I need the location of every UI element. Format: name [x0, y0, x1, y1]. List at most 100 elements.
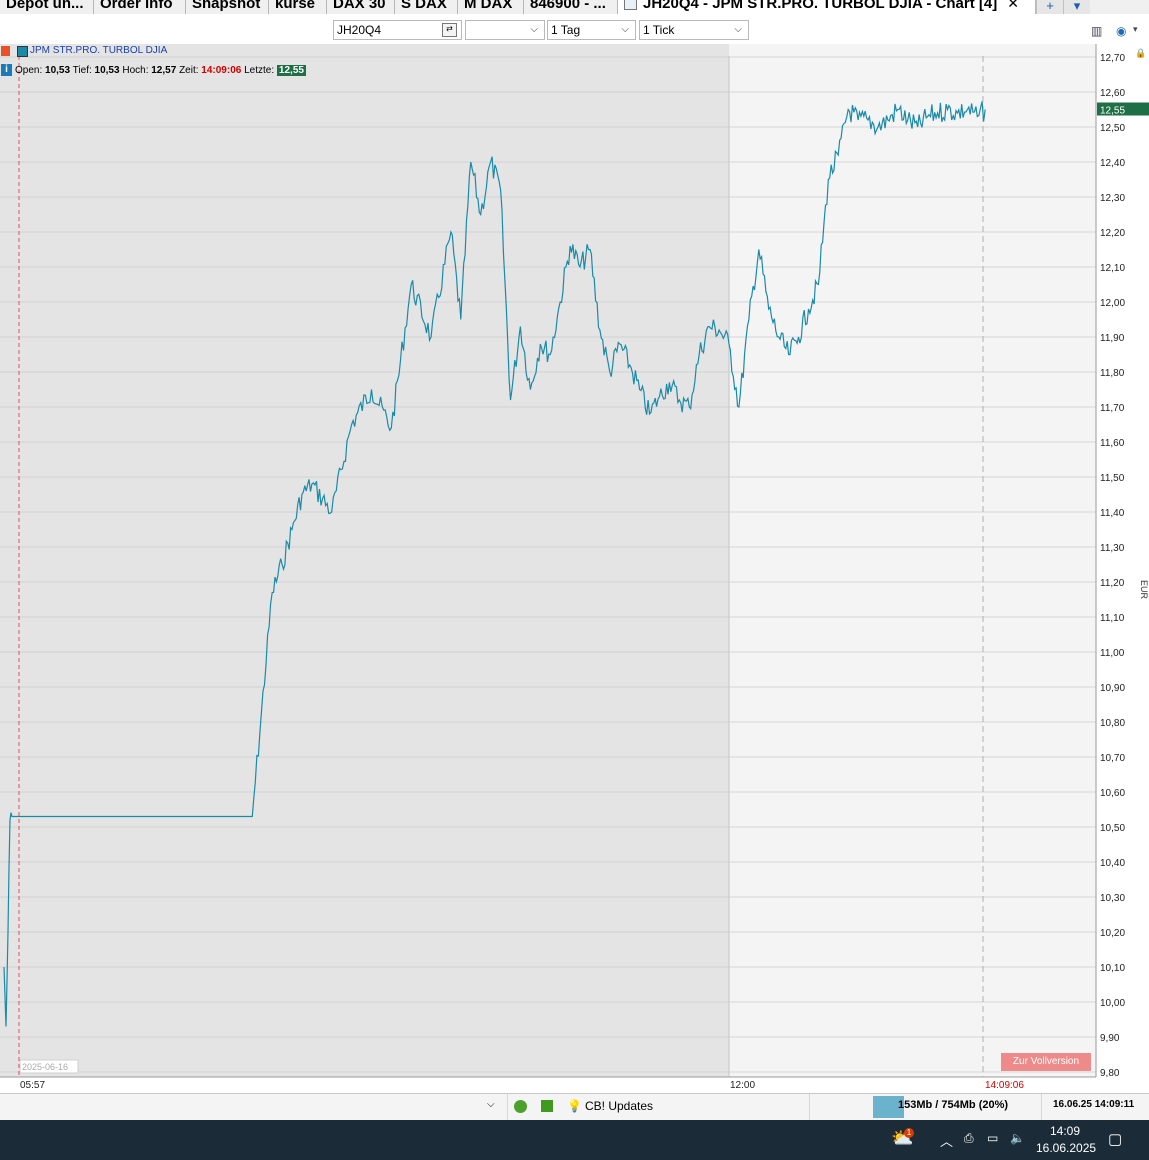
chart-toolbar: JH20Q4 ⇄ ⌵ 1 Tag ⌵ 1 Tick ⌵ ▥ ◉ ▾ [0, 14, 1149, 44]
indicator-settings-icon[interactable]: ▥ [1091, 24, 1102, 38]
tab-label: S DAX [401, 0, 447, 12]
memory-usage-label: 153Mb / 754Mb (20%) [898, 1099, 1009, 1111]
tab-depot[interactable]: Depot un... [0, 0, 94, 14]
y-tick-label: 10,00 [1100, 998, 1125, 1009]
y-tick-label: 9,80 [1100, 1068, 1120, 1079]
y-tick-label: 11,70 [1100, 403, 1125, 414]
tab-label: Depot un... [6, 0, 84, 12]
tab-kurse[interactable]: kurse [269, 0, 327, 14]
y-tick-label: 10,60 [1100, 788, 1125, 799]
tab-label: DAX 30 [333, 0, 386, 12]
meet-icon[interactable]: ⎙ [964, 1131, 974, 1146]
y-tick-label: 11,20 [1100, 578, 1125, 589]
y-tick-label: 12,60 [1100, 88, 1125, 99]
add-tab-button[interactable]: + [1036, 0, 1063, 14]
y-tick-label: 12,30 [1100, 193, 1125, 204]
high-value: 12,57 [151, 65, 177, 76]
tab-s-dax[interactable]: S DAX [395, 0, 458, 14]
tab-order-info[interactable]: Order info [94, 0, 186, 14]
x-tick-label: 12:00 [730, 1080, 755, 1091]
y-tick-label: 11,60 [1100, 438, 1125, 449]
chevron-up-icon[interactable]: ︿ [940, 1131, 953, 1150]
zur-vollversion-button[interactable]: Zur Vollversion [1001, 1053, 1091, 1071]
lookup-icon[interactable]: ⇄ [442, 23, 457, 37]
y-tick-label: 12,50 [1100, 123, 1125, 134]
tab-846900[interactable]: 846900 - ... [524, 0, 618, 14]
y-tick-label: 11,40 [1100, 508, 1125, 519]
status-bar: ⌵ 💡 CB! Updates 153Mb / 754Mb (20%) 16.0… [0, 1093, 1149, 1120]
alert-marker-icon[interactable] [1, 46, 10, 56]
high-label: Hoch: [122, 65, 149, 76]
tab-label: Snapshot [192, 0, 261, 12]
y-tick-label: 11,10 [1100, 613, 1125, 624]
info-icon[interactable]: i [1, 64, 12, 76]
current-time-label: 14:09:06 [985, 1080, 1024, 1091]
y-tick-label: 10,40 [1100, 858, 1125, 869]
y-tick-label: 12,00 [1100, 298, 1125, 309]
chevron-down-icon[interactable]: ⌵ [487, 1099, 495, 1110]
chevron-down-icon: ⌵ [530, 24, 538, 35]
time-label: Zeit: [179, 65, 199, 76]
price-chart[interactable]: 12,70 12,60 12,50 12,40 12,30 12,20 12,10 12,00… [0, 44, 1149, 1093]
close-icon[interactable]: ✕ [1007, 0, 1019, 11]
chevron-down-icon: ⌵ [621, 24, 629, 35]
period-value: 1 Tag [551, 23, 581, 37]
x-tick-label: 05:57 [20, 1080, 45, 1091]
time-value: 14:09:06 [201, 65, 242, 76]
tab-label: kurse [275, 0, 316, 12]
status-square-icon [541, 1100, 553, 1112]
low-value: 10,53 [94, 65, 120, 76]
divider [1041, 1094, 1042, 1120]
chevron-down-icon: ⌵ [734, 24, 742, 35]
ohlc-text: Open: 10,53 Tief: 10,53 Hoch: 12,57 Zeit… [15, 65, 306, 76]
tab-snapshot[interactable]: Snapshot [186, 0, 269, 14]
empty-select[interactable]: ⌵ [465, 20, 545, 40]
post-session-shade [729, 44, 1096, 1077]
y-tick-label: 9,90 [1100, 1033, 1120, 1044]
open-value: 10,53 [45, 65, 71, 76]
lightbulb-icon[interactable]: 💡 [567, 1099, 582, 1113]
y-axis-ticks: 12,70 12,60 12,50 12,40 12,30 12,20 12,10 12,00… [1100, 53, 1125, 1079]
eye-icon[interactable]: ◉ [1116, 24, 1126, 38]
y-tick-label: 10,70 [1100, 753, 1125, 764]
tab-chart-jh20q4[interactable]: JH20Q4 - JPM STR.PRO. TURBOL DJIA - Char… [618, 0, 1036, 14]
y-tick-label: 11,30 [1100, 543, 1125, 554]
chevron-down-icon[interactable]: ▾ [1133, 24, 1138, 35]
tab-menu-button[interactable]: ▾ [1063, 0, 1090, 14]
tab-label: M DAX [464, 0, 513, 12]
interval-select[interactable]: 1 Tick ⌵ [639, 20, 749, 40]
network-icon[interactable]: ▭ [987, 1131, 998, 1145]
notification-badge: 1 [904, 1128, 914, 1138]
clock-date[interactable]: 16.06.2025 [1036, 1141, 1096, 1155]
y-tick-label: 12,10 [1100, 263, 1125, 274]
divider [507, 1094, 508, 1120]
y-tick-label: 11,50 [1100, 473, 1125, 484]
lock-icon[interactable]: 🔒 [1135, 48, 1146, 58]
last-value: 12,55 [276, 65, 306, 76]
y-tick-label: 10,50 [1100, 823, 1125, 834]
y-tick-label: 10,90 [1100, 683, 1125, 694]
session-shade [0, 44, 729, 1077]
connection-status-icon [514, 1100, 527, 1113]
last-label: Letzte: [244, 65, 275, 76]
cb-updates-label[interactable]: CB! Updates [585, 1099, 653, 1113]
y-tick-label: 12,20 [1100, 228, 1125, 239]
notifications-icon[interactable]: ▢ [1108, 1130, 1122, 1148]
series-name[interactable]: JPM STR.PRO. TURBOL DJIA [30, 45, 167, 56]
y-tick-label: 10,20 [1100, 928, 1125, 939]
tab-label: JH20Q4 - JPM STR.PRO. TURBOL DJIA - Char… [643, 0, 998, 12]
series-color-swatch[interactable] [17, 46, 28, 57]
y-tick-label: 12,70 [1100, 53, 1125, 64]
clock-time[interactable]: 14:09 [1050, 1124, 1080, 1138]
y-tick-label: 11,80 [1100, 368, 1125, 379]
chart-icon [624, 0, 637, 10]
period-select[interactable]: 1 Tag ⌵ [547, 20, 636, 40]
symbol-value: JH20Q4 [337, 23, 382, 37]
open-label: Open: [15, 65, 43, 76]
interval-value: 1 Tick [643, 23, 675, 37]
volume-icon[interactable]: 🔈 [1010, 1131, 1025, 1145]
tab-m-dax[interactable]: M DAX [458, 0, 524, 14]
tab-dax-30[interactable]: DAX 30 [327, 0, 395, 14]
status-datetime: 16.06.25 14:09:11 [1053, 1099, 1135, 1110]
symbol-input[interactable]: JH20Q4 ⇄ [333, 20, 462, 40]
